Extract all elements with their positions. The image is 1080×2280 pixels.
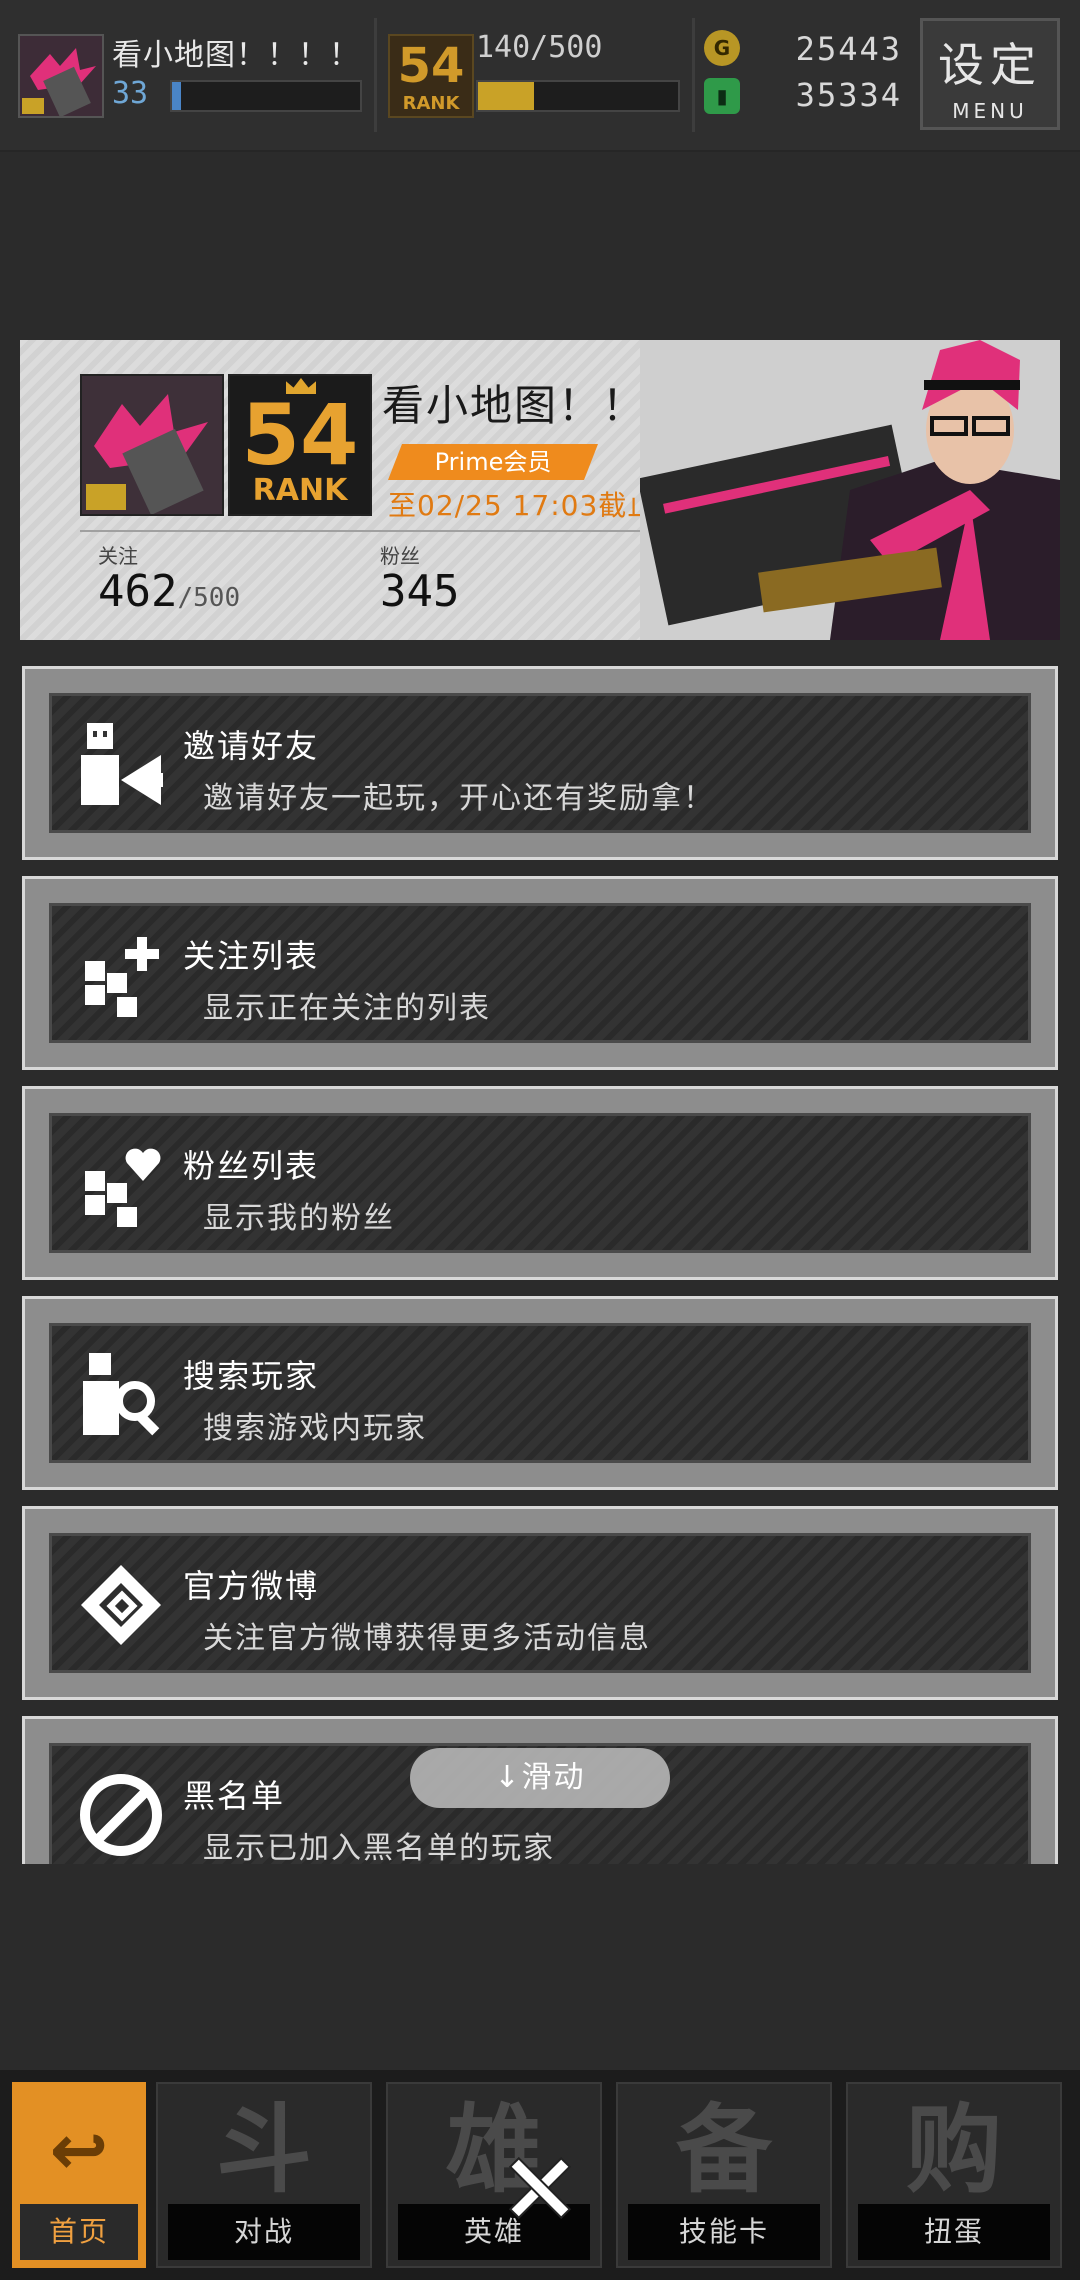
level-progress-bar [170,80,362,112]
top-status-bar: 看小地图！！！！ 33 54 RANK 140/500 G 25443 ▮ 35… [0,0,1080,152]
menu-item-subtitle: 显示已加入黑名单的玩家 [203,1831,555,1864]
weibo-icon [81,1565,161,1645]
home-icon: ↩ [49,2109,109,2191]
menu-label-zh: 设定 [938,38,1042,92]
nav-label: 技能卡 [628,2204,820,2260]
prime-expire-text: 至02/25 17:03截止 [388,489,657,522]
profile-rank-label: RANK [252,473,348,508]
menu-item-title: 搜索玩家 [183,1357,320,1395]
menu-item-title: 粉丝列表 [183,1147,320,1185]
nav-gacha[interactable]: 购 扭蛋 [846,2082,1062,2268]
following-value: 462/500 [98,566,241,617]
profile-rank-badge: 54 RANK [228,374,372,516]
rank-label: RANK [402,93,460,114]
battle-icon: 斗 [216,2094,312,2206]
menu-item-subtitle: 邀请好友一起玩，开心还有奖励拿！ [203,781,715,816]
nav-label: 扭蛋 [858,2204,1050,2260]
profile-card: 54 RANK 看小地图！！！！ Prime会员 至02/25 17:03截止 … [20,340,1060,640]
menu-item-official-weibo[interactable]: 官方微博 关注官方微博获得更多活动信息 [22,1506,1058,1700]
rank-number: 54 [397,38,465,94]
menu-item-follow-list[interactable]: 关注列表 显示正在关注的列表 [22,876,1058,1070]
blacklist-icon [80,1774,162,1856]
fans-list-icon [85,1148,161,1227]
menu-item-title: 关注列表 [183,937,320,975]
menu-item-title: 官方微博 [183,1567,320,1605]
fans-value: 345 [380,566,460,617]
profile-rank-number: 54 [241,386,359,484]
social-menu-list[interactable]: 邀请好友 邀请好友一起玩，开心还有奖励拿！ 关注列表 显示正在关注的列表 粉丝列… [22,666,1058,1864]
menu-item-subtitle: 显示正在关注的列表 [203,991,491,1026]
profile-avatar[interactable] [80,374,224,516]
menu-item-fans-list[interactable]: 粉丝列表 显示我的粉丝 [22,1086,1058,1280]
hero-character-art [640,340,1060,640]
menu-item-subtitle: 关注官方微博获得更多活动信息 [203,1621,651,1656]
player-avatar[interactable] [18,34,104,118]
invite-friend-icon [81,723,163,805]
skill-card-icon: 备 [676,2094,772,2206]
nav-battle[interactable]: 斗 对战 [156,2082,372,2268]
menu-item-search-player[interactable]: 搜索玩家 搜索游戏内玩家 [22,1296,1058,1490]
follow-count: 140/500 [476,30,603,65]
gold-coin-icon: G [704,30,740,66]
nav-label: 首页 [20,2204,138,2260]
rank-badge[interactable]: 54 RANK [388,34,474,118]
menu-item-title: 邀请好友 [183,727,320,765]
menu-label-en: MENU [952,99,1028,123]
gacha-icon: 购 [906,2094,1002,2206]
fans-label: 粉丝 [380,544,420,568]
nav-home[interactable]: ↩ 首页 [12,2082,146,2268]
player-level: 33 [112,76,149,111]
follow-progress-bar [476,80,680,112]
profile-divider [80,530,700,532]
menu-item-invite-friends[interactable]: 邀请好友 邀请好友一起玩，开心还有奖励拿！ [22,666,1058,860]
green-ticket-icon: ▮ [704,78,740,114]
player-name: 看小地图！！！！ [112,38,360,73]
settings-menu-button[interactable]: 设定 MENU [920,18,1060,130]
follow-list-icon [85,937,159,1017]
search-player-icon [83,1353,160,1436]
close-icon[interactable] [500,2148,580,2228]
menu-item-subtitle: 显示我的粉丝 [203,1201,395,1236]
menu-item-title: 黑名单 [183,1777,286,1815]
menu-item-subtitle: 搜索游戏内玩家 [203,1411,427,1446]
scroll-hint-badge: ↓滑动 [410,1748,670,1808]
gold-currency-value: 25443 [795,30,902,68]
following-label: 关注 [98,544,138,568]
nav-skill-cards[interactable]: 备 技能卡 [616,2082,832,2268]
prime-member-badge: Prime会员 [388,444,598,480]
nav-label: 对战 [168,2204,360,2260]
green-currency-value: 35334 [795,76,902,114]
